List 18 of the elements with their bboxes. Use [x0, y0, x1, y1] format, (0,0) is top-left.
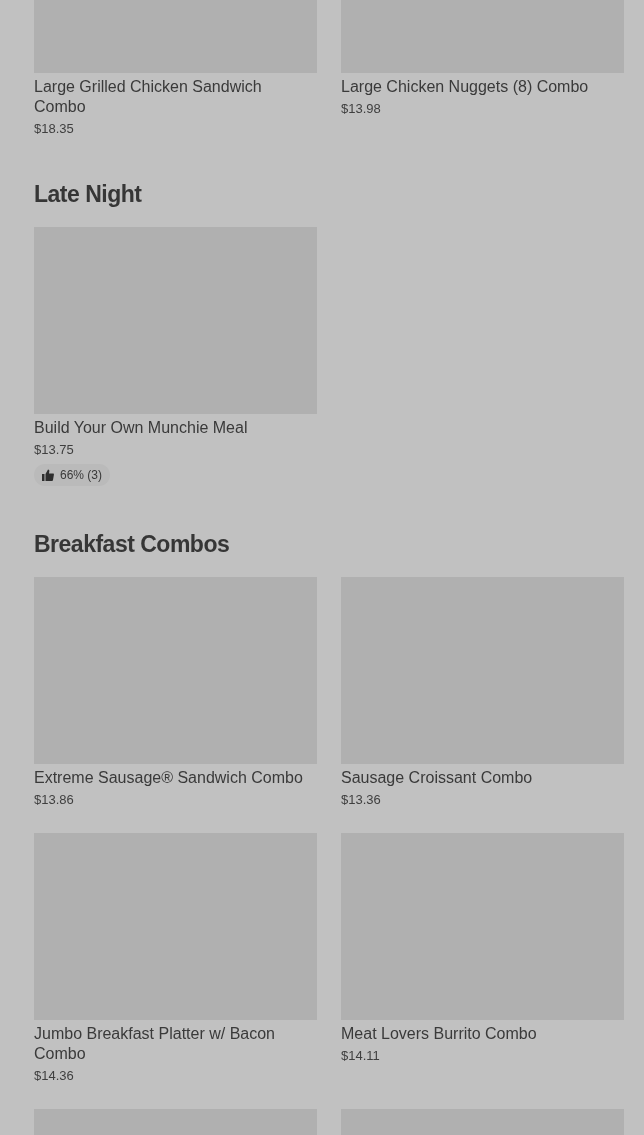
- item-price: $14.11: [341, 1047, 381, 1065]
- section-heading: Breakfast Combos: [34, 530, 231, 559]
- item-name[interactable]: Sausage Croissant Combo: [341, 768, 624, 788]
- item-name[interactable]: Extreme Sausage® Sandwich Combo: [34, 768, 317, 788]
- item-name[interactable]: Build Your Own Munchie Meal: [34, 418, 317, 438]
- item-price: $14.36: [34, 1067, 75, 1085]
- item-price: $18.35: [34, 120, 75, 138]
- item-name[interactable]: Meat Lovers Burrito Combo: [341, 1024, 624, 1044]
- item-name[interactable]: Jumbo Breakfast Platter w/ Bacon Combo: [34, 1024, 317, 1064]
- thumbs-up-icon: [42, 469, 54, 481]
- item-name[interactable]: Large Grilled Chicken Sandwich Combo: [34, 77, 317, 117]
- item-price: $13.36: [341, 791, 382, 809]
- section-heading: Late Night: [34, 180, 143, 209]
- rating-badge: 66% (3): [34, 464, 111, 486]
- item-name[interactable]: Large Chicken Nuggets (8) Combo: [341, 77, 624, 97]
- item-price: $13.86: [34, 791, 75, 809]
- item-price: $13.75: [34, 441, 75, 459]
- item-price: $13.98: [341, 100, 382, 118]
